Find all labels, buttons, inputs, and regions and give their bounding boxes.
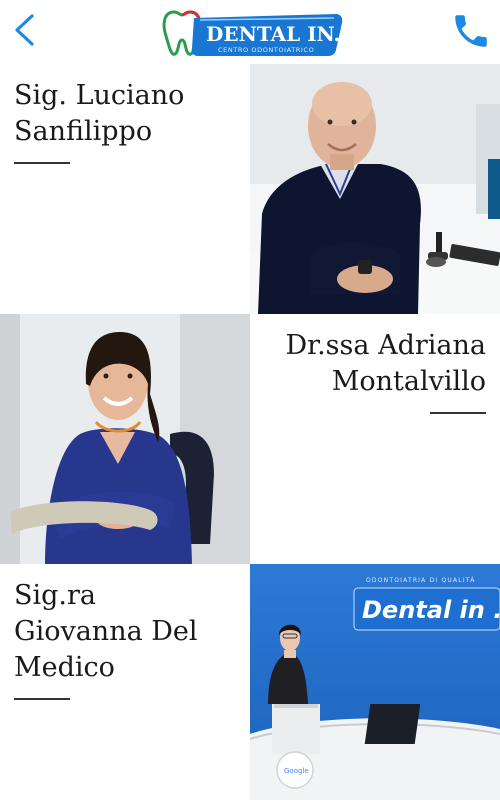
staff-row-3: Sig.ra Giovanna Del Medico ODONTOIATRIA … bbox=[0, 564, 500, 800]
app-header: DENTAL IN... CENTRO ODONTOIATRICO bbox=[0, 0, 500, 64]
name-divider bbox=[14, 698, 70, 700]
dental-in-logo: DENTAL IN... CENTRO ODONTOIATRICO bbox=[160, 6, 354, 58]
phone-icon bbox=[455, 15, 487, 47]
name-divider bbox=[14, 162, 70, 164]
name-divider bbox=[430, 412, 486, 414]
staff-name: Dr.ssa Adriana Montalvillo bbox=[285, 330, 486, 397]
logo-brand: DENTAL IN... bbox=[206, 22, 344, 46]
staff-row-1: Sig. Luciano Sanfilippo bbox=[0, 64, 500, 314]
banner-text: ODONTOIATRIA DI QUALITÀ bbox=[366, 577, 476, 584]
chevron-left-icon bbox=[15, 14, 34, 46]
staff-card-1[interactable]: Sig. Luciano Sanfilippo bbox=[0, 64, 250, 314]
sign-text: Dental in ... bbox=[362, 596, 500, 624]
google-badge-text: Google bbox=[284, 767, 309, 775]
staff-photo-1[interactable] bbox=[250, 64, 500, 314]
call-button[interactable] bbox=[450, 10, 492, 52]
staff-card-3[interactable]: Sig.ra Giovanna Del Medico bbox=[0, 564, 250, 800]
staff-photo-2[interactable] bbox=[0, 314, 250, 564]
staff-photo-3[interactable]: ODONTOIATRIA DI QUALITÀ Dental in ... Go… bbox=[250, 564, 500, 800]
staff-name: Sig.ra Giovanna Del Medico bbox=[14, 580, 198, 683]
staff-name: Sig. Luciano Sanfilippo bbox=[14, 80, 185, 147]
staff-row-2: Dr.ssa Adriana Montalvillo bbox=[0, 314, 500, 564]
logo-tagline: CENTRO ODONTOIATRICO bbox=[218, 46, 314, 54]
staff-card-2[interactable]: Dr.ssa Adriana Montalvillo bbox=[250, 314, 500, 564]
back-button[interactable] bbox=[6, 10, 46, 50]
